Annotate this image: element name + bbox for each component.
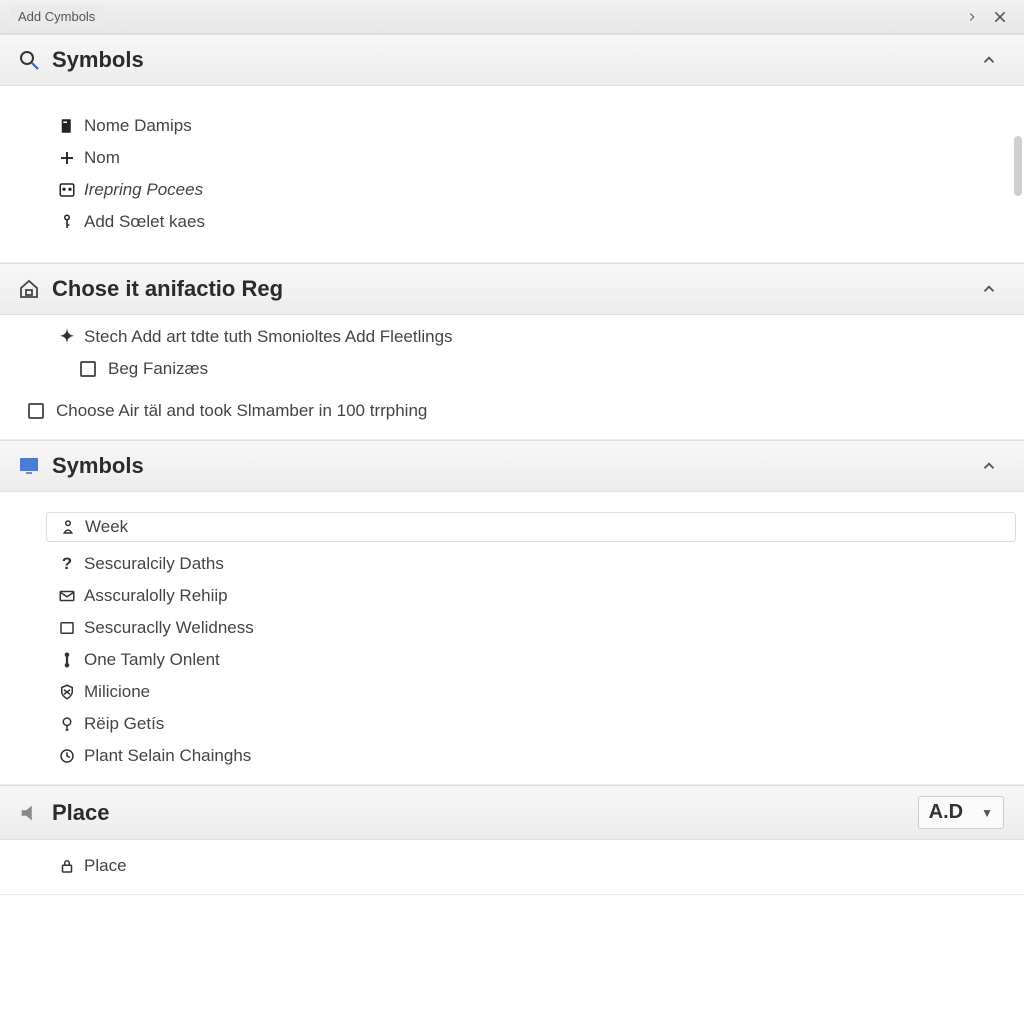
list-item[interactable]: Rëip Getís: [54, 708, 1008, 740]
close-icon: [992, 9, 1008, 25]
window-icon: [54, 181, 80, 199]
checkbox-row[interactable]: Choose Air täl and took Slmamber in 100 …: [28, 395, 1008, 427]
section-body-symbols-list: Week ? Sescuralcily Daths Asscuralolly R…: [0, 492, 1024, 785]
list-item[interactable]: Plant Selain Chainghs: [54, 740, 1008, 772]
house-icon: [14, 277, 44, 301]
section-body-place: Place: [0, 840, 1024, 895]
checkbox[interactable]: [80, 361, 96, 377]
chevron-up-icon: [980, 280, 998, 298]
list-item[interactable]: Nom: [54, 142, 1008, 174]
list-item-label: Place: [84, 856, 127, 876]
chevron-right-icon: [965, 10, 979, 24]
search-icon: [14, 48, 44, 72]
list-item-label: One Tamly Onlent: [84, 650, 220, 670]
plus-icon: [54, 149, 80, 167]
list-item-label: Plant Selain Chainghs: [84, 746, 251, 766]
square-icon: [54, 619, 80, 637]
list-item-label: Week: [85, 517, 128, 537]
list-item-label: Add Sœlet kaes: [84, 212, 205, 232]
checkbox[interactable]: [28, 403, 44, 419]
bulb-icon: [54, 715, 80, 733]
section-header-place[interactable]: Place A.D ▼: [0, 785, 1024, 840]
list-item-label: Stech Add art tdte tuth Smonioltes Add F…: [84, 327, 453, 347]
speaker-icon: [14, 802, 44, 824]
list-item[interactable]: Add Sœlet kaes: [54, 206, 1008, 238]
list-item-label: Sescuralcily Daths: [84, 554, 224, 574]
scrollbar[interactable]: [1014, 136, 1022, 196]
list-item[interactable]: ✦ Stech Add art tdte tuth Smonioltes Add…: [54, 321, 1008, 353]
list-item-label: Irepring Pocees: [84, 180, 203, 200]
era-dropdown[interactable]: A.D ▼: [918, 796, 1004, 829]
chevron-up-icon: [980, 457, 998, 475]
pawn-icon: [55, 518, 81, 536]
list-item-label: Nome Damips: [84, 116, 192, 136]
list-item[interactable]: Sescuraclly Welidness: [54, 612, 1008, 644]
list-item-label: Sescuraclly Welidness: [84, 618, 254, 638]
collapse-button[interactable]: [974, 451, 1004, 481]
list-item-label: Nom: [84, 148, 120, 168]
asterisk-icon: ✦: [54, 327, 80, 347]
shield-icon: [54, 683, 80, 701]
barbell-icon: [54, 651, 80, 669]
section-title: Symbols: [52, 47, 144, 73]
window-title: Add Cymbols: [10, 5, 103, 28]
collapse-button[interactable]: [974, 274, 1004, 304]
list-item[interactable]: One Tamly Onlent: [54, 644, 1008, 676]
list-item[interactable]: Nome Damips: [54, 110, 1008, 142]
section-title: Symbols: [52, 453, 144, 479]
collapse-button[interactable]: [974, 45, 1004, 75]
section-header-symbols-search[interactable]: Symbols: [0, 34, 1024, 86]
list-item-label: Milicione: [84, 682, 150, 702]
lock-icon: [54, 857, 80, 875]
checkbox-row[interactable]: Beg Fanizæs: [80, 353, 1008, 385]
main-content: Symbols Nome Damips Nom Irepring Pocees: [0, 34, 1024, 1024]
monitor-icon: [14, 454, 44, 478]
list-item[interactable]: Irepring Pocees: [54, 174, 1008, 206]
list-item[interactable]: Milicione: [54, 676, 1008, 708]
mail-icon: [54, 587, 80, 605]
list-item-selected[interactable]: Week: [46, 512, 1016, 542]
dropdown-value: A.D: [929, 801, 963, 824]
list-item-label: Asscuralolly Rehiip: [84, 586, 228, 606]
minimize-button[interactable]: [958, 3, 986, 31]
question-icon: ?: [54, 554, 80, 574]
section-body-choose: ✦ Stech Add art tdte tuth Smonioltes Add…: [0, 315, 1024, 440]
caret-down-icon: ▼: [981, 806, 993, 820]
titlebar: Add Cymbols: [0, 0, 1024, 34]
checkbox-label: Beg Fanizæs: [108, 359, 208, 379]
section-header-symbols-list[interactable]: Symbols: [0, 440, 1024, 492]
clock-icon: [54, 747, 80, 765]
list-item[interactable]: ? Sescuralcily Daths: [54, 548, 1008, 580]
key-icon: [54, 213, 80, 231]
chevron-up-icon: [980, 51, 998, 69]
list-item[interactable]: Asscuralolly Rehiip: [54, 580, 1008, 612]
list-item[interactable]: Place: [54, 850, 1008, 882]
section-body-symbols-search: Nome Damips Nom Irepring Pocees Add Sœle…: [0, 86, 1024, 263]
section-title: Chose it anifactio Reg: [52, 276, 283, 302]
section-header-choose[interactable]: Chose it anifactio Reg: [0, 263, 1024, 315]
section-title: Place: [52, 800, 110, 826]
list-item-label: Rëip Getís: [84, 714, 164, 734]
close-button[interactable]: [986, 3, 1014, 31]
checkbox-label: Choose Air täl and took Slmamber in 100 …: [56, 401, 427, 421]
document-icon: [54, 117, 80, 135]
